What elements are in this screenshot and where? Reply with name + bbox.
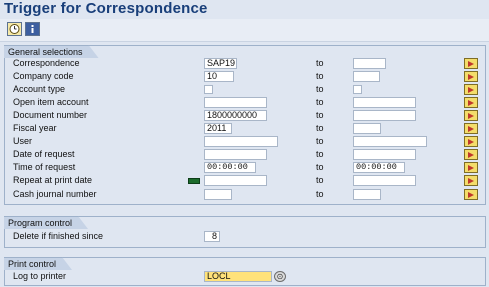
company-code-from-input[interactable]: 10 xyxy=(204,71,234,82)
selection-option-icon[interactable] xyxy=(188,178,200,184)
to-label: to xyxy=(316,136,324,146)
date-of-request-from-input[interactable] xyxy=(204,149,267,160)
field-label: User xyxy=(13,136,33,146)
open-item-account-to-input[interactable] xyxy=(353,97,416,108)
user-to-input[interactable] xyxy=(353,136,427,147)
multiple-selection-arrow-icon[interactable] xyxy=(464,162,478,173)
fiscal-year-from-input[interactable]: 2011 xyxy=(204,123,232,134)
multiple-selection-arrow-icon[interactable] xyxy=(464,110,478,121)
delete-if-finished-input[interactable]: 8 xyxy=(204,231,220,242)
field-label: Repeat at print date xyxy=(13,175,93,185)
to-label: to xyxy=(316,84,324,94)
account-type-from-input[interactable] xyxy=(204,85,213,94)
company-code-to-input[interactable] xyxy=(353,71,380,82)
time-of-request-from-input[interactable]: 00:00:00 xyxy=(204,162,256,173)
field-label: Correspondence xyxy=(13,58,80,68)
field-label: Fiscal year xyxy=(13,123,57,133)
multiple-selection-arrow-icon[interactable] xyxy=(464,189,478,200)
to-label: to xyxy=(316,123,324,133)
correspondence-from-input[interactable]: SAP19 xyxy=(204,58,237,69)
correspondence-to-input[interactable] xyxy=(353,58,386,69)
to-label: to xyxy=(316,97,324,107)
document-number-to-input[interactable] xyxy=(353,110,416,121)
multiple-selection-arrow-icon[interactable] xyxy=(464,97,478,108)
to-label: to xyxy=(316,58,324,68)
field-label: Open item account xyxy=(13,97,89,107)
execute-clock-icon[interactable] xyxy=(7,22,22,36)
page-title: Trigger for Correspondence xyxy=(4,0,208,17)
application-toolbar xyxy=(0,19,489,42)
field-label: Account type xyxy=(13,84,66,94)
log-to-printer-label: Log to printer xyxy=(13,271,67,281)
to-label: to xyxy=(316,189,324,199)
field-label: Document number xyxy=(13,110,88,120)
log-to-printer-input[interactable]: LOCL xyxy=(204,271,272,282)
cash-journal-number-from-input[interactable] xyxy=(204,189,232,200)
repeat-at-print-date-from-input[interactable] xyxy=(204,175,267,186)
fiscal-year-to-input[interactable] xyxy=(353,123,381,134)
document-number-from-input[interactable]: 1800000000 xyxy=(204,110,267,121)
field-label: Date of request xyxy=(13,149,75,159)
time-of-request-to-input[interactable]: 00:00:00 xyxy=(353,162,405,173)
to-label: to xyxy=(316,162,324,172)
group-title-program: Program control xyxy=(4,216,88,229)
multiple-selection-arrow-icon[interactable] xyxy=(464,84,478,95)
repeat-at-print-date-to-input[interactable] xyxy=(353,175,416,186)
date-of-request-to-input[interactable] xyxy=(353,149,416,160)
user-from-input[interactable] xyxy=(204,136,278,147)
multiple-selection-arrow-icon[interactable] xyxy=(464,58,478,69)
multiple-selection-arrow-icon[interactable] xyxy=(464,123,478,134)
field-label: Cash journal number xyxy=(13,189,97,199)
info-icon[interactable] xyxy=(25,22,40,36)
multiple-selection-arrow-icon[interactable] xyxy=(464,71,478,82)
to-label: to xyxy=(316,71,324,81)
to-label: to xyxy=(316,149,324,159)
multiple-selection-arrow-icon[interactable] xyxy=(464,175,478,186)
field-label: Time of request xyxy=(13,162,76,172)
cash-journal-number-to-input[interactable] xyxy=(353,189,381,200)
delete-if-finished-label: Delete if finished since xyxy=(13,231,104,241)
field-label: Company code xyxy=(13,71,74,81)
multiple-selection-arrow-icon[interactable] xyxy=(464,136,478,147)
to-label: to xyxy=(316,175,324,185)
to-label: to xyxy=(316,110,324,120)
printer-search-help-icon[interactable]: ⊙ xyxy=(274,271,286,282)
group-title-print: Print control xyxy=(4,257,72,270)
group-title-general: General selections xyxy=(4,45,99,58)
multiple-selection-arrow-icon[interactable] xyxy=(464,149,478,160)
open-item-account-from-input[interactable] xyxy=(204,97,267,108)
account-type-to-input[interactable] xyxy=(353,85,362,94)
